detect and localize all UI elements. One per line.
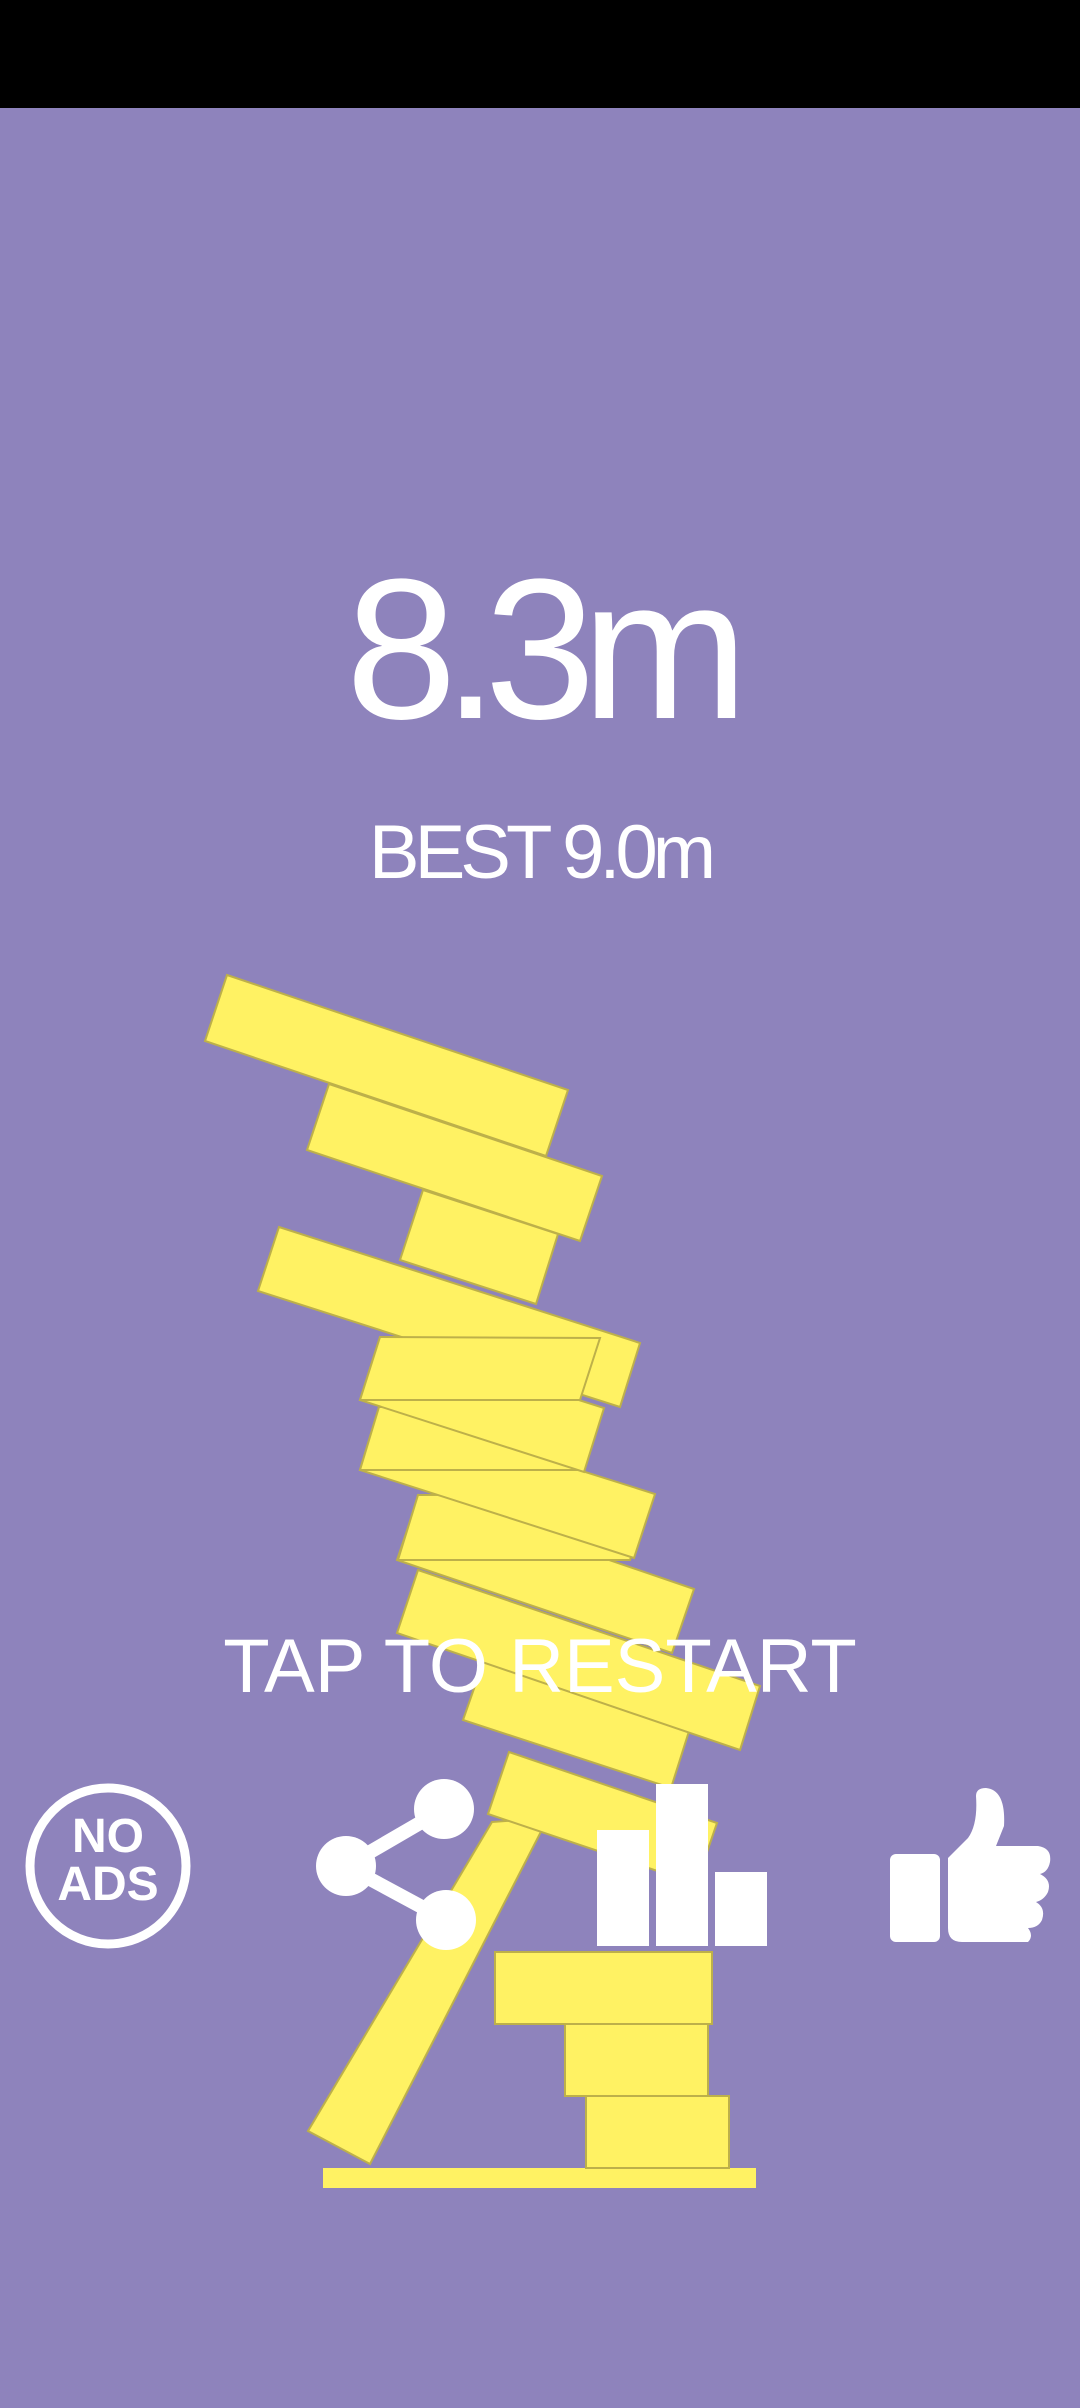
like-button[interactable] bbox=[888, 1786, 1054, 1944]
no-ads-button[interactable]: NO ADS bbox=[24, 1782, 192, 1950]
tower-block bbox=[358, 1335, 602, 1401]
tower-block bbox=[585, 2095, 730, 2169]
tower-block bbox=[564, 2023, 709, 2097]
no-ads-label-line2: ADS bbox=[57, 1858, 159, 1911]
thumbs-up-icon bbox=[890, 1788, 1051, 1942]
leaderboard-button[interactable] bbox=[594, 1780, 770, 1948]
tower-block bbox=[494, 1951, 713, 2025]
no-ads-label-line1: NO bbox=[72, 1810, 144, 1863]
share-icon bbox=[316, 1779, 476, 1950]
tower-base bbox=[323, 2168, 756, 2188]
bar-chart-icon bbox=[597, 1784, 767, 1946]
block-tower bbox=[203, 973, 762, 2188]
tap-to-restart[interactable]: TAP TO RESTART bbox=[0, 1622, 1080, 1712]
share-button[interactable] bbox=[310, 1775, 480, 1955]
